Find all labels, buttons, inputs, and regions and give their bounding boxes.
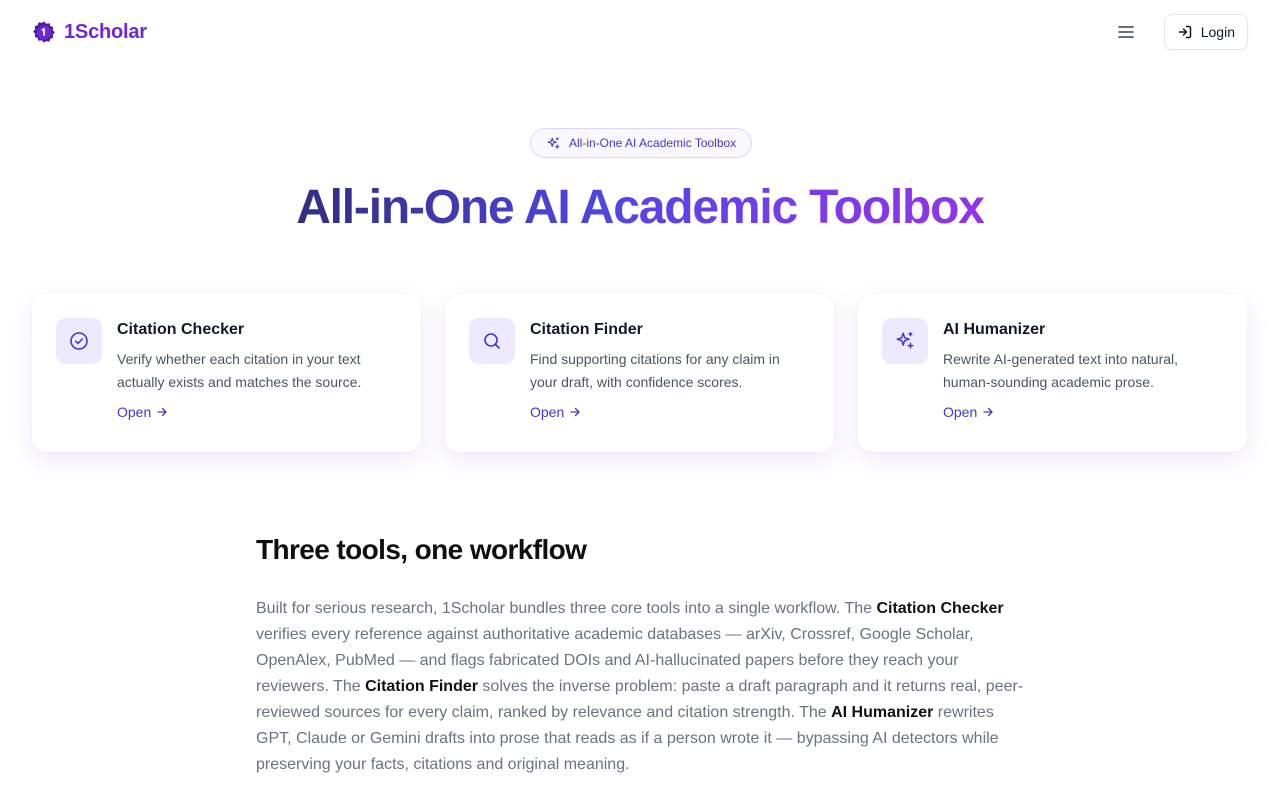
brand-name: 1Scholar <box>64 20 147 43</box>
card-title: Citation Finder <box>530 321 643 338</box>
top-header: 1Scholar Login <box>0 0 1280 64</box>
workflow-section: Three tools, one workflow Built for seri… <box>256 530 1031 778</box>
card-icon-box <box>469 318 515 364</box>
arrow-right-icon <box>157 407 167 417</box>
open-link-label: Open <box>117 404 152 420</box>
open-link-label: Open <box>530 404 565 420</box>
card-description: Verify whether each citation in your tex… <box>117 351 362 390</box>
card-citation-finder[interactable]: Citation Finder Find supporting citation… <box>445 294 834 452</box>
open-citation-checker-link[interactable]: Open <box>117 404 387 420</box>
login-arrow-icon <box>1178 25 1191 39</box>
card-ai-humanizer[interactable]: AI Humanizer Rewrite AI-generated text i… <box>858 294 1247 452</box>
arrow-right-icon <box>570 407 580 417</box>
login-button[interactable]: Login <box>1163 14 1248 50</box>
page-title: All-in-One AI Academic Toolbox <box>0 180 1280 236</box>
paragraph-bold-ai-humanizer: AI Humanizer <box>831 704 934 721</box>
card-title: Citation Checker <box>117 321 245 338</box>
card-description: Rewrite AI-generated text into natural, … <box>943 351 1179 390</box>
search-icon <box>484 333 500 349</box>
open-link-label: Open <box>943 404 978 420</box>
page: 1Scholar Login All-in-One AI Academic To… <box>0 0 1280 800</box>
badge-one-icon <box>33 21 55 43</box>
card-description: Find supporting citations for any claim … <box>530 351 780 390</box>
hero-badge-label: All-in-One AI Academic Toolbox <box>569 136 737 150</box>
sparkles-icon <box>547 136 560 149</box>
hamburger-menu-icon <box>1117 26 1134 38</box>
arrow-right-icon <box>983 407 993 417</box>
sparkles-icon <box>896 332 914 349</box>
paragraph-bold-citation-checker: Citation Checker <box>876 600 1004 617</box>
login-label: Login <box>1200 24 1235 40</box>
menu-button[interactable] <box>1108 14 1144 50</box>
brand-home-link[interactable]: 1Scholar <box>32 20 147 44</box>
check-circle-icon <box>70 332 88 350</box>
card-body: Citation Checker Verify whether each cit… <box>117 318 387 428</box>
header-actions: Login <box>1108 14 1248 50</box>
tool-cards: Citation Checker Verify whether each cit… <box>32 294 1248 452</box>
paragraph-text: Built for serious research, 1Scholar bun… <box>256 600 877 617</box>
card-icon-box <box>882 318 928 364</box>
section-title: Three tools, one workflow <box>256 534 587 565</box>
card-title: AI Humanizer <box>943 321 1046 338</box>
hero-badge: All-in-One AI Academic Toolbox <box>530 128 753 158</box>
open-ai-humanizer-link[interactable]: Open <box>943 404 1213 420</box>
open-citation-finder-link[interactable]: Open <box>530 404 800 420</box>
paragraph-bold-citation-finder: Citation Finder <box>365 678 478 695</box>
card-citation-checker[interactable]: Citation Checker Verify whether each cit… <box>32 294 421 452</box>
page-title-text: All-in-One AI Academic Toolbox <box>296 181 985 234</box>
card-body: Citation Finder Find supporting citation… <box>530 318 800 428</box>
section-paragraph: Built for serious research, 1Scholar bun… <box>256 596 1031 778</box>
card-icon-box <box>56 318 102 364</box>
card-body: AI Humanizer Rewrite AI-generated text i… <box>943 318 1213 428</box>
